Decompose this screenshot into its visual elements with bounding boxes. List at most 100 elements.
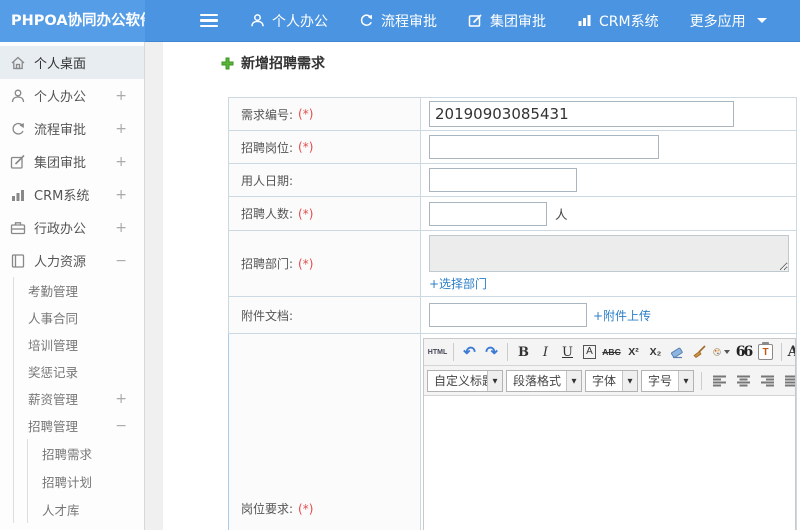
topnav-label: 流程审批: [381, 13, 437, 30]
sidebar-subitem-rewards[interactable]: 奖惩记录: [14, 358, 144, 385]
redo-icon: ↷: [485, 343, 498, 361]
font-style-button[interactable]: A: [579, 342, 600, 363]
sidebar-item-label: 招聘计划: [42, 474, 93, 490]
underline-icon: U: [562, 344, 573, 360]
attachment-input[interactable]: [429, 303, 587, 327]
font-family-select[interactable]: 字体 ▼: [585, 369, 639, 392]
menu-toggle-icon[interactable]: [200, 13, 218, 28]
subscript-button[interactable]: X₂: [645, 342, 666, 363]
sidebar-item-workflow-approval[interactable]: 流程审批 +: [0, 112, 144, 145]
expand-plus-icon[interactable]: +: [115, 88, 127, 104]
blockquote-button[interactable]: 66: [733, 342, 754, 363]
position-label: 招聘岗位: (*): [229, 131, 421, 163]
topnav-more-apps[interactable]: 更多应用: [690, 11, 767, 31]
sidebar-subitem-recruit-demand[interactable]: 招聘需求: [28, 439, 144, 467]
department-textarea[interactable]: [429, 235, 789, 272]
toolbar-separator: [453, 343, 454, 361]
expand-plus-icon[interactable]: +: [115, 391, 127, 407]
demand-no-label: 需求编号: (*): [229, 98, 421, 130]
sidebar-item-label: 招聘管理: [28, 419, 79, 434]
strikethrough-button[interactable]: ABC: [601, 342, 622, 363]
rich-text-editor: HTML ↶ ↷ B I U A ABC X² X₂ 66 T 自定义标 ▼ 段…: [423, 338, 796, 530]
align-left-button[interactable]: [709, 370, 730, 391]
sidebar-item-admin-office[interactable]: 行政办公 +: [0, 211, 144, 244]
sidebar-subitem-hr-contract[interactable]: 人事合同: [14, 304, 144, 331]
redo-button[interactable]: ↷: [481, 342, 502, 363]
undo-button[interactable]: ↶: [459, 342, 480, 363]
chevron-down-icon: ▼: [487, 370, 502, 391]
expand-plus-icon[interactable]: +: [115, 121, 127, 137]
paragraph-format-select[interactable]: 段落格式 ▼: [506, 369, 582, 392]
page-title: 新增招聘需求: [221, 53, 325, 73]
app-logo[interactable]: PHPOA协同办公软件: [0, 0, 145, 42]
sidebar-item-personal-office[interactable]: 个人办公 +: [0, 79, 144, 112]
sidebar-subitem-talent-pool[interactable]: 人才库: [28, 495, 144, 523]
add-plus-icon: [221, 57, 234, 69]
bar-chart-icon: [12, 189, 24, 201]
headcount-label: 招聘人数: (*): [229, 197, 421, 230]
paste-text-button[interactable]: T: [755, 342, 776, 363]
select-department-link[interactable]: +选择部门: [429, 275, 487, 292]
sidebar-subitem-salary[interactable]: 薪资管理 +: [14, 385, 144, 412]
recruit-submenu: 招聘需求 招聘计划 人才库: [27, 439, 144, 523]
sidebar-subitem-recruit-mgmt[interactable]: 招聘管理 −: [14, 412, 144, 439]
topnav-label: 个人办公: [272, 13, 328, 30]
requirements-label: 岗位要求: (*): [229, 334, 421, 530]
attachment-upload-link[interactable]: +附件上传: [593, 307, 651, 324]
sidebar-item-label: 人力资源: [34, 255, 87, 270]
italic-button[interactable]: I: [535, 342, 556, 363]
headcount-input[interactable]: [429, 201, 547, 226]
expand-plus-icon[interactable]: +: [115, 220, 127, 236]
editor-content-area[interactable]: [424, 396, 795, 530]
clipboard-icon: T: [758, 342, 773, 360]
font-size-select[interactable]: 字号 ▼: [641, 369, 695, 392]
person-icon: [11, 89, 25, 102]
select-value: 自定义标题: [434, 374, 487, 388]
sidebar-item-crm-system[interactable]: CRM系统 +: [0, 178, 144, 211]
position-input[interactable]: [429, 135, 659, 159]
topnav-group-approval[interactable]: 集团审批: [468, 11, 546, 31]
eraser-button[interactable]: [667, 342, 688, 363]
sidebar-subitem-recruit-plan[interactable]: 招聘计划: [28, 467, 144, 495]
hr-submenu: 考勤管理 人事合同 培训管理 奖惩记录 薪资管理 + 招聘管理 − 招聘需求 招…: [13, 277, 144, 523]
editor-toolbar-row1: HTML ↶ ↷ B I U A ABC X² X₂ 66 T: [424, 339, 795, 366]
blockquote-icon: 66: [735, 344, 754, 360]
superscript-icon: X²: [628, 346, 639, 358]
align-justify-button[interactable]: [781, 370, 795, 391]
align-center-button[interactable]: [733, 370, 754, 391]
color-palette-button[interactable]: [711, 342, 732, 363]
underline-button[interactable]: U: [557, 342, 578, 363]
toolbar-separator: [507, 343, 508, 361]
format-brush-button[interactable]: [689, 342, 710, 363]
required-mark: (*): [298, 140, 314, 154]
expand-plus-icon[interactable]: +: [115, 154, 127, 170]
topnav-workflow-approval[interactable]: 流程审批: [359, 11, 437, 31]
custom-title-select[interactable]: 自定义标题 ▼: [427, 369, 503, 392]
topnav-personal-office[interactable]: 个人办公: [250, 11, 328, 31]
label-text: 需求编号:: [241, 107, 294, 122]
expand-minus-icon[interactable]: −: [115, 418, 127, 434]
bold-button[interactable]: B: [513, 342, 534, 363]
eraser-icon: [671, 347, 683, 359]
superscript-button[interactable]: X²: [623, 342, 644, 363]
form-row-hire-date: 用人日期:: [229, 164, 796, 197]
chevron-down-icon: [756, 18, 767, 23]
sidebar-subitem-training[interactable]: 培训管理: [14, 331, 144, 358]
sidebar-item-group-approval[interactable]: 集团审批 +: [0, 145, 144, 178]
align-right-button[interactable]: [757, 370, 778, 391]
sidebar-item-label: 薪资管理: [28, 392, 79, 407]
demand-no-input[interactable]: [429, 101, 734, 127]
label-text: 附件文档:: [241, 308, 294, 323]
topnav-crm-system[interactable]: CRM系统: [577, 11, 659, 31]
sidebar-item-personal-desktop[interactable]: 个人桌面: [0, 46, 144, 79]
expand-minus-icon[interactable]: −: [115, 253, 127, 269]
sidebar-subitem-attendance[interactable]: 考勤管理: [14, 277, 144, 304]
font-color-button[interactable]: A: [787, 342, 795, 363]
html-source-button[interactable]: HTML: [427, 342, 448, 363]
hire-date-label: 用人日期:: [229, 164, 421, 196]
sidebar-item-human-resources[interactable]: 人力资源 −: [0, 244, 144, 277]
hire-date-input[interactable]: [429, 168, 577, 192]
expand-plus-icon[interactable]: +: [115, 187, 127, 203]
bar-chart-icon: [578, 15, 591, 26]
form-row-department: 招聘部门: (*) +选择部门: [229, 231, 796, 297]
